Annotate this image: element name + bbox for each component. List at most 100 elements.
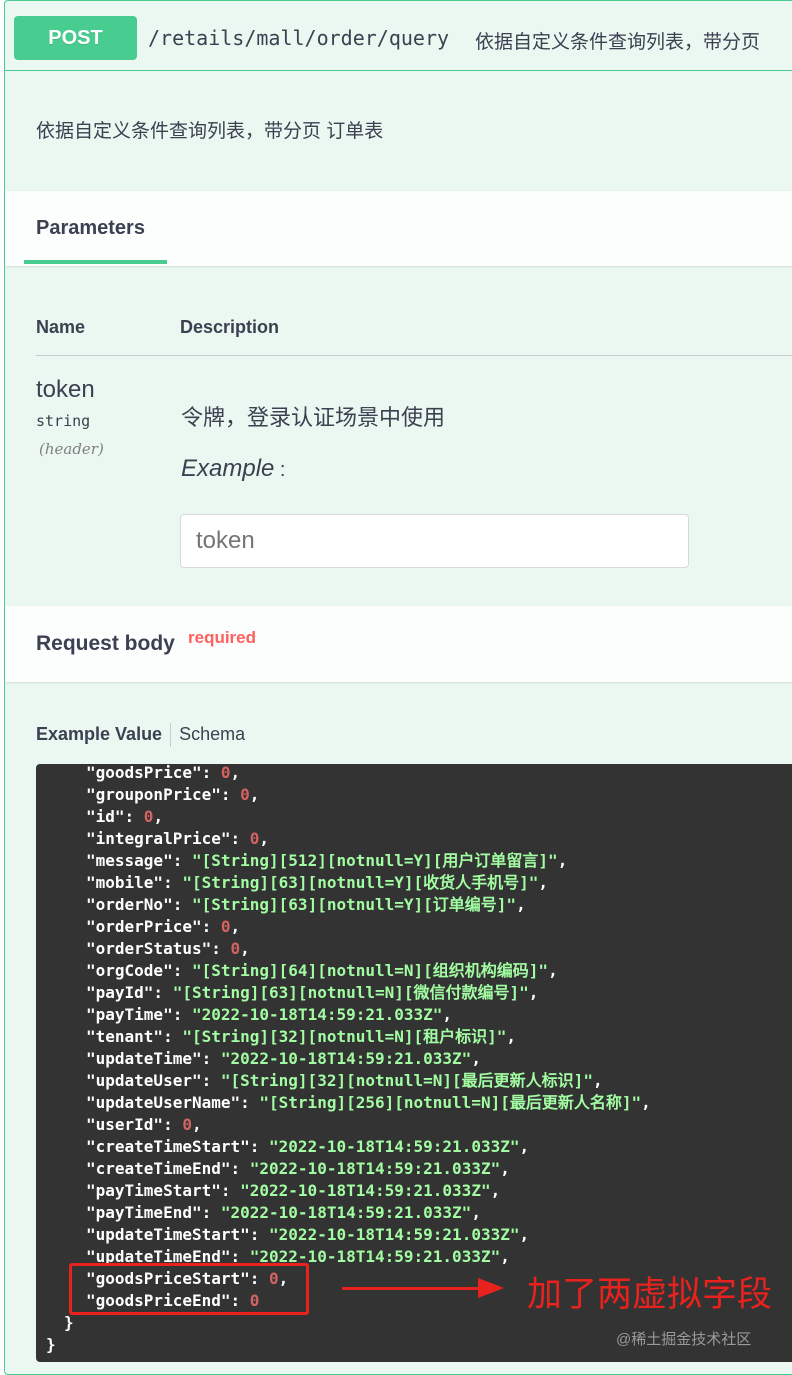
json-comma: , — [506, 1027, 517, 1046]
json-value: "[String][63][notnull=Y][收货人手机号]" — [182, 873, 539, 892]
json-comma: , — [519, 1225, 530, 1244]
json-key: "grouponPrice": — [86, 785, 241, 804]
required-badge: required — [188, 628, 257, 647]
code-line: "tenant": "[String][32][notnull=N][租户标识]… — [86, 1026, 516, 1048]
json-value: 0 — [240, 785, 250, 804]
parameter-name: token — [36, 376, 95, 403]
code-line: "id": 0, — [86, 806, 163, 828]
json-comma: , — [240, 939, 250, 958]
code-line: "grouponPrice": 0, — [86, 784, 259, 806]
json-key: "payTimeStart": — [86, 1181, 241, 1200]
json-key: "goodsPrice": — [86, 764, 221, 782]
json-key: "userId": — [86, 1115, 183, 1134]
code-line: "orgCode": "[String][64][notnull=N][组织机构… — [86, 960, 558, 982]
operation-description: 依据自定义条件查询列表，带分页 订单表 — [36, 121, 384, 142]
json-comma: , — [516, 895, 526, 914]
code-line: "payId": "[String][63][notnull=N][微信付款编号… — [86, 982, 538, 1004]
highlight-box — [69, 1263, 309, 1315]
code-close-brace: } — [64, 1313, 74, 1332]
json-key: "updateUserName": — [86, 1093, 260, 1112]
json-value: "2022-10-18T14:59:21.033Z" — [249, 1159, 501, 1178]
json-key: "message": — [86, 851, 192, 870]
code-line: "updateUserName": "[String][256][notnull… — [86, 1092, 651, 1114]
json-key: "payId": — [86, 983, 173, 1002]
code-line: "userId": 0, — [86, 1114, 202, 1136]
json-value: 0 — [220, 764, 231, 782]
json-key: "integralPrice": — [86, 829, 250, 848]
arrow-shaft — [342, 1287, 482, 1290]
json-comma: , — [557, 851, 568, 870]
code-line: "payTime": "2022-10-18T14:59:21.033Z", — [86, 1004, 452, 1026]
json-key: "updateUser": — [86, 1071, 221, 1090]
code-line: "orderPrice": 0, — [86, 916, 240, 938]
code-line: "orderStatus": 0, — [86, 938, 250, 960]
json-value: "[String][63][notnull=Y][订单编号]" — [191, 895, 517, 914]
json-comma: , — [259, 829, 270, 848]
json-comma: , — [249, 785, 260, 804]
code-line: "createTimeStart": "2022-10-18T14:59:21.… — [86, 1136, 529, 1158]
json-value: 0 — [220, 917, 231, 936]
json-value: "2022-10-18T14:59:21.033Z" — [220, 1203, 472, 1222]
json-comma: , — [548, 961, 558, 980]
code-line: "payTimeStart": "2022-10-18T14:59:21.033… — [86, 1180, 500, 1202]
parameter-location: (header) — [39, 440, 104, 458]
json-value: "[String][32][notnull=N][最后更新人标识]" — [220, 1071, 593, 1090]
json-key: "createTimeEnd": — [86, 1159, 250, 1178]
table-divider — [36, 355, 792, 356]
example-label: Example : — [181, 455, 286, 483]
arrow-head-icon — [478, 1278, 504, 1298]
parameter-description: 令牌，登录认证场景中使用 — [181, 405, 446, 430]
tab-parameters[interactable]: Parameters — [36, 217, 145, 240]
json-comma: , — [528, 983, 539, 1002]
json-key: "payTimeEnd": — [86, 1203, 221, 1222]
json-key: "orderNo": — [86, 895, 192, 914]
json-comma: , — [471, 1049, 481, 1068]
json-comma: , — [592, 1071, 603, 1090]
method-badge: POST — [14, 16, 137, 60]
json-comma: , — [641, 1093, 651, 1112]
json-comma: , — [230, 764, 241, 782]
code-line: "updateTimeStart": "2022-10-18T14:59:21.… — [86, 1224, 529, 1246]
code-line: "createTimeEnd": "2022-10-18T14:59:21.03… — [86, 1158, 510, 1180]
json-value: 0 — [143, 807, 154, 826]
json-comma: , — [230, 917, 241, 936]
example-label-text: Example — [181, 455, 275, 482]
tab-active-indicator — [24, 260, 167, 264]
parameter-type: string — [36, 412, 91, 430]
json-key: "orderStatus": — [86, 939, 231, 958]
json-key: "id": — [86, 807, 144, 826]
column-header-name: Name — [36, 317, 86, 337]
json-value: "2022-10-18T14:59:21.033Z" — [191, 1005, 443, 1024]
json-value: "[String][32][notnull=N][租户标识]" — [182, 1027, 507, 1046]
request-body-title: Request body — [36, 632, 175, 655]
code-line: "goodsPrice": 0, — [86, 764, 240, 784]
json-value: "[String][256][notnull=N][最后更新人名称]" — [259, 1093, 642, 1112]
example-tabs: Example Value Schema — [36, 723, 245, 747]
code-line: "integralPrice": 0, — [86, 828, 269, 850]
opblock-summary[interactable]: POST /retails/mall/order/query 依据自定义条件查询… — [5, 1, 792, 71]
column-header-description: Description — [180, 317, 280, 337]
json-key: "updateTime": — [86, 1049, 221, 1068]
json-value: 0 — [182, 1115, 192, 1134]
json-comma: , — [471, 1203, 481, 1222]
json-value: "2022-10-18T14:59:21.033Z" — [240, 1181, 491, 1200]
opblock-post: POST /retails/mall/order/query 依据自定义条件查询… — [4, 0, 792, 1375]
json-value: 0 — [249, 829, 260, 848]
code-close-brace-outer: } — [46, 1335, 56, 1354]
json-key: "orderPrice": — [86, 917, 221, 936]
json-value: "[String][63][notnull=N][微信付款编号]" — [172, 983, 529, 1002]
json-value: "2022-10-18T14:59:21.033Z" — [269, 1225, 520, 1244]
token-input[interactable] — [180, 514, 689, 568]
json-comma: , — [153, 807, 164, 826]
code-line: "message": "[String][512][notnull=Y][用户订… — [86, 850, 567, 872]
json-comma: , — [442, 1005, 453, 1024]
json-comma: , — [538, 873, 549, 892]
json-value: "[String][64][notnull=N][组织机构编码]" — [191, 961, 549, 980]
code-line: "updateTime": "2022-10-18T14:59:21.033Z"… — [86, 1048, 481, 1070]
json-key: "createTimeStart": — [86, 1137, 270, 1156]
json-key: "mobile": — [86, 873, 183, 892]
watermark: @稀土掘金技术社区 — [616, 1331, 752, 1348]
tab-schema[interactable]: Schema — [179, 724, 245, 744]
tab-example-value[interactable]: Example Value — [36, 724, 162, 744]
code-line: "updateUser": "[String][32][notnull=N][最… — [86, 1070, 603, 1092]
